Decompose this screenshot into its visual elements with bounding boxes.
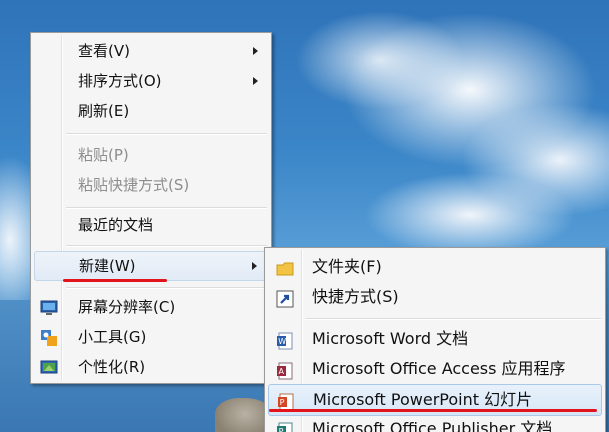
submenu-item-shortcut[interactable]: 快捷方式(S) — [268, 282, 602, 312]
submenu-item-access-application[interactable]: A Microsoft Office Access 应用程序 — [268, 354, 602, 384]
menu-separator — [66, 245, 267, 247]
new-submenu: 文件夹(F) 快捷方式(S) W Microsoft Word 文档 A Mic… — [264, 247, 606, 432]
menu-item-personalize[interactable]: 个性化(R) — [34, 353, 268, 381]
menu-item-label: 新建(W) — [79, 257, 136, 275]
highlight-underline — [269, 409, 597, 412]
menu-item-screen-resolution[interactable]: 屏幕分辨率(C) — [34, 293, 268, 321]
menu-item-gadgets[interactable]: 小工具(G) — [34, 323, 268, 351]
menu-item-label: 最近的文档 — [78, 216, 154, 234]
menu-item-label: 排序方式(O) — [78, 72, 162, 90]
powerpoint-icon: P — [277, 391, 295, 411]
menu-separator — [66, 207, 267, 209]
menu-item-label: 小工具(G) — [78, 328, 147, 346]
personalize-icon — [40, 358, 58, 376]
menu-item-label: 粘贴(P) — [78, 146, 129, 164]
submenu-item-publisher-document[interactable]: P Microsoft Office Publisher 文档 — [268, 414, 602, 432]
menu-item-label: 查看(V) — [78, 42, 130, 60]
menu-item-label: Microsoft Office Publisher 文档 — [312, 419, 553, 432]
menu-item-label: 刷新(E) — [78, 102, 130, 120]
menu-item-view[interactable]: 查看(V) — [34, 37, 268, 65]
menu-separator — [305, 318, 601, 320]
menu-item-new[interactable]: 新建(W) — [34, 251, 268, 281]
menu-item-label: 快捷方式(S) — [312, 287, 399, 306]
menu-item-refresh[interactable]: 刷新(E) — [34, 97, 268, 125]
menu-item-paste[interactable]: 粘贴(P) — [34, 141, 268, 169]
svg-text:W: W — [278, 337, 286, 346]
menu-item-label: Microsoft Word 文档 — [312, 329, 469, 348]
svg-text:P: P — [280, 398, 285, 407]
menu-item-paste-shortcut[interactable]: 粘贴快捷方式(S) — [34, 171, 268, 199]
menu-separator — [66, 287, 267, 289]
word-icon: W — [276, 330, 294, 350]
svg-text:P: P — [279, 427, 284, 432]
access-icon: A — [276, 360, 294, 380]
menu-separator — [66, 133, 267, 135]
publisher-icon: P — [276, 420, 294, 432]
menu-item-label: 个性化(R) — [78, 358, 146, 376]
desktop-context-menu: 查看(V) 排序方式(O) 刷新(E) 粘贴(P) 粘贴快捷方式(S) 最近的文… — [30, 32, 272, 384]
svg-text:A: A — [279, 367, 285, 376]
submenu-arrow-icon — [252, 262, 257, 270]
submenu-item-folder[interactable]: 文件夹(F) — [268, 252, 602, 282]
submenu-arrow-icon — [253, 47, 258, 55]
menu-item-label: 粘贴快捷方式(S) — [78, 176, 190, 194]
menu-item-label: Microsoft Office Access 应用程序 — [312, 359, 566, 378]
menu-item-sort-by[interactable]: 排序方式(O) — [34, 67, 268, 95]
submenu-item-word-document[interactable]: W Microsoft Word 文档 — [268, 324, 602, 354]
folder-icon — [276, 258, 294, 276]
menu-item-label: 文件夹(F) — [312, 257, 382, 276]
highlight-underline — [63, 279, 167, 282]
menu-item-label: 屏幕分辨率(C) — [78, 298, 176, 316]
menu-item-recent-documents[interactable]: 最近的文档 — [34, 211, 268, 239]
gadgets-icon — [40, 328, 58, 346]
shortcut-icon — [276, 288, 294, 308]
submenu-arrow-icon — [253, 77, 258, 85]
display-icon — [40, 298, 58, 316]
